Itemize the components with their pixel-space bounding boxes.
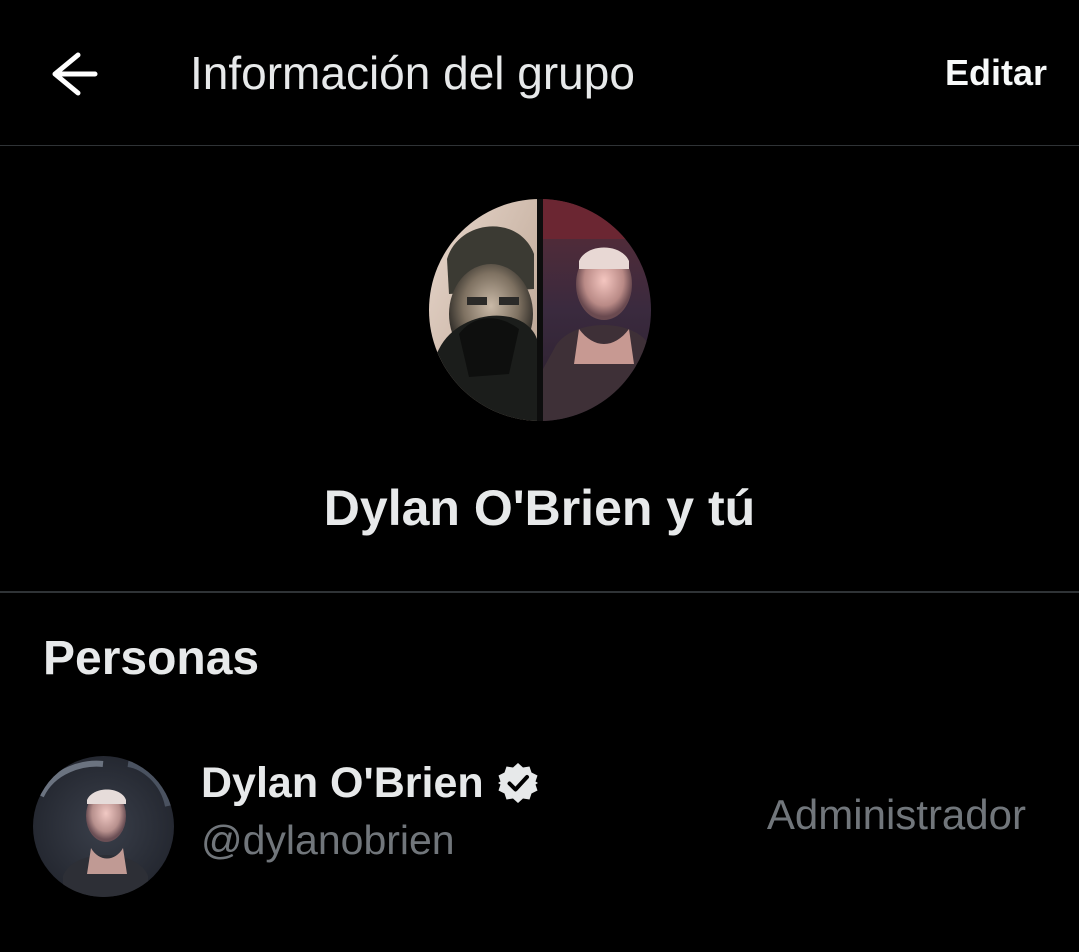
verified-badge-icon — [497, 763, 538, 803]
page-title: Información del grupo — [190, 47, 635, 99]
member-handle: @dylanobrien — [201, 817, 455, 863]
group-avatar[interactable] — [429, 199, 651, 421]
top-bar: Información del grupo Editar — [0, 0, 1079, 146]
member-name-line: Dylan O'Brien — [201, 756, 540, 810]
group-name: Dylan O'Brien y tú — [323, 480, 756, 536]
back-button[interactable] — [44, 44, 104, 104]
member-role-label: Administrador — [766, 791, 1026, 838]
edit-button[interactable]: Editar — [945, 50, 1047, 96]
member-name: Dylan O'Brien — [201, 759, 484, 807]
avatar[interactable] — [33, 756, 174, 897]
member-row[interactable]: Dylan O'Brien @dylanobrien Administrador — [0, 740, 1079, 910]
section-divider — [0, 591, 1079, 593]
arrow-left-icon — [52, 52, 98, 96]
people-section-title: Personas — [43, 632, 260, 685]
